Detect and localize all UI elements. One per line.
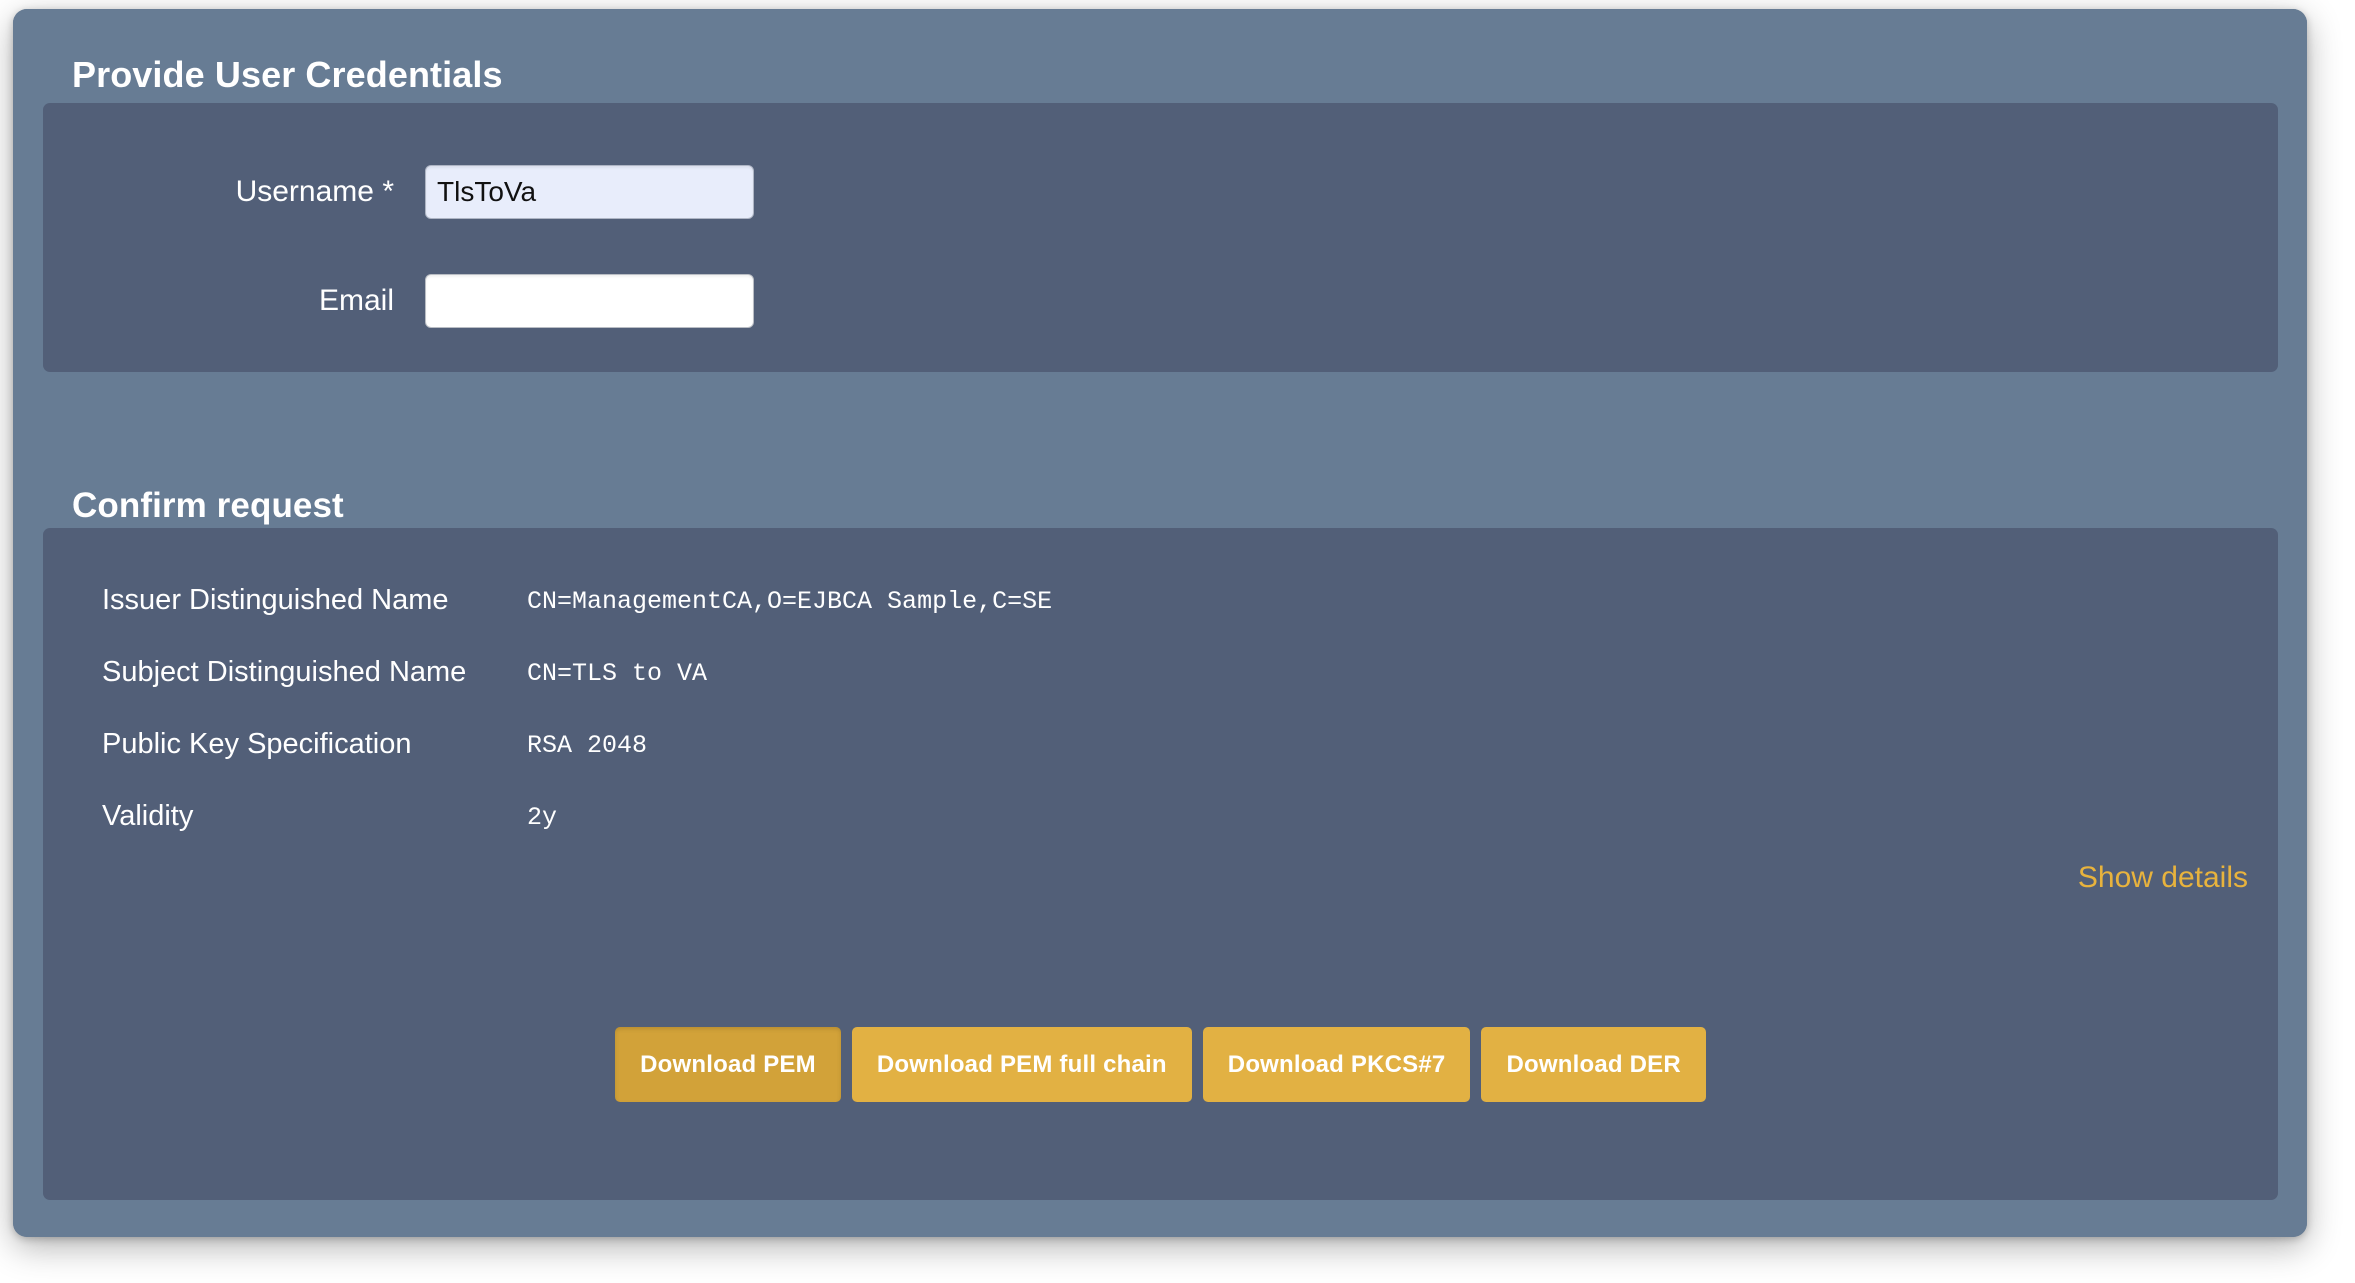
email-label: Email (43, 286, 425, 316)
download-der-button[interactable]: Download DER (1481, 1027, 1705, 1102)
browser-viewport-frame: Provide User Credentials Username * Emai… (13, 9, 2307, 1237)
download-pem-full-chain-button[interactable]: Download PEM full chain (852, 1027, 1192, 1102)
detail-value: CN=TLS to VA (527, 660, 707, 689)
show-details-link[interactable]: Show details (2078, 861, 2248, 895)
confirm-request-panel: Issuer Distinguished Name CN=ManagementC… (43, 528, 2278, 1200)
detail-value: CN=ManagementCA,O=EJBCA Sample,C=SE (527, 588, 1052, 617)
required-asterisk-icon: * (382, 175, 394, 208)
credentials-panel: Username * Email (43, 103, 2278, 372)
email-form-row: Email (43, 274, 754, 328)
username-label-text: Username (236, 175, 374, 208)
detail-label: Public Key Specification (102, 728, 412, 761)
page-body: Provide User Credentials Username * Emai… (13, 9, 2307, 1237)
confirm-section-heading: Confirm request (72, 486, 344, 526)
username-input[interactable] (425, 165, 754, 219)
download-button-row: Download PEM Download PEM full chain Dow… (43, 1027, 2278, 1102)
detail-label: Subject Distinguished Name (102, 656, 466, 689)
detail-row: Validity 2y (43, 800, 2278, 848)
detail-row: Subject Distinguished Name CN=TLS to VA (43, 656, 2278, 704)
detail-label: Issuer Distinguished Name (102, 584, 449, 617)
detail-value: RSA 2048 (527, 732, 647, 761)
detail-label: Validity (102, 800, 193, 833)
email-input[interactable] (425, 274, 754, 328)
credentials-section-heading: Provide User Credentials (72, 54, 503, 96)
detail-row: Public Key Specification RSA 2048 (43, 728, 2278, 776)
download-pem-button[interactable]: Download PEM (615, 1027, 841, 1102)
detail-row: Issuer Distinguished Name CN=ManagementC… (43, 584, 2278, 632)
username-form-row: Username * (43, 165, 754, 219)
detail-value: 2y (527, 804, 557, 833)
download-pkcs7-button[interactable]: Download PKCS#7 (1203, 1027, 1471, 1102)
username-label: Username * (43, 177, 425, 207)
